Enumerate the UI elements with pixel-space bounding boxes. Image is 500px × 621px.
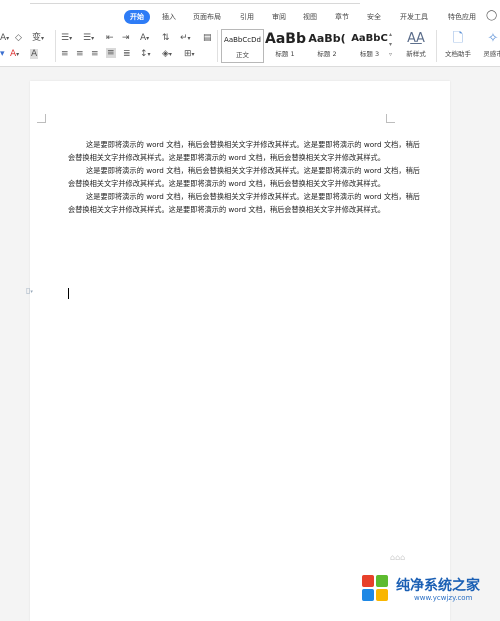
increase-indent-icon[interactable]: ⇥ xyxy=(122,33,130,43)
title-strip xyxy=(0,0,500,4)
style-sample: AaBbCcDd xyxy=(224,36,261,44)
document-page[interactable]: 这是要即将演示的 word 文档，稍后会替换相关文字并修改其样式。这是要即将演示… xyxy=(26,81,450,621)
search-icon[interactable]: ◯ xyxy=(486,11,497,21)
style-label: 标题 1 xyxy=(275,50,295,58)
margin-corner-mark xyxy=(37,114,46,123)
doc-helper-button[interactable]: 🗋 文档助手 xyxy=(441,30,475,58)
document-body[interactable]: 这是要即将演示的 word 文档，稍后会替换相关文字并修改其样式。这是要即将演示… xyxy=(68,139,420,216)
style-label: 正文 xyxy=(236,51,249,59)
doc-helper-label: 文档助手 xyxy=(445,50,471,58)
style-sample: AaBb xyxy=(265,31,306,47)
chinese-layout-icon[interactable]: A▾ xyxy=(140,33,149,44)
decrease-indent-icon[interactable]: ⇤ xyxy=(106,33,114,43)
watermark-url: www.ycwjzy.com xyxy=(414,594,473,602)
font-size-icon[interactable]: A▾ xyxy=(0,33,9,44)
paragraph-handle-icon[interactable]: ▯▾ xyxy=(26,286,33,295)
tab-section[interactable]: 章节 xyxy=(335,10,349,24)
show-marks-icon[interactable]: ↵▾ xyxy=(180,33,191,44)
char-shading-icon[interactable]: A xyxy=(30,49,39,59)
number-list-icon[interactable]: ☰▾ xyxy=(83,33,94,44)
highlight-icon[interactable]: ▾ xyxy=(0,49,5,59)
faint-watermark-icon: ⌂⌂⌂ xyxy=(390,553,406,562)
sort-icon[interactable]: ⇅ xyxy=(162,33,170,43)
watermark-title: 纯净系统之家 xyxy=(396,578,480,594)
margin-corner-mark xyxy=(386,114,395,123)
ribbon: 开始 插入 页面布局 引用 审阅 视图 章节 安全 开发工具 特色应用 ◯ A▾… xyxy=(0,0,500,67)
tab-security[interactable]: 安全 xyxy=(367,10,381,24)
style-label: 标题 2 xyxy=(317,50,337,58)
shading-icon[interactable]: ◈▾ xyxy=(162,49,172,60)
inspiration-button[interactable]: ✧ 灵感市 xyxy=(478,30,500,58)
align-left-icon[interactable]: ≡ xyxy=(61,49,69,59)
tab-insert[interactable]: 插入 xyxy=(162,10,176,24)
font-color-icon[interactable]: A▾ xyxy=(10,49,19,60)
table-border-icon[interactable]: ▤ xyxy=(203,33,212,43)
tab-references[interactable]: 引用 xyxy=(240,10,254,24)
text-cursor xyxy=(68,288,69,299)
doc-helper-icon: 🗋 xyxy=(452,31,464,46)
style-sample: AaBbC xyxy=(351,33,388,44)
tab-home[interactable]: 开始 xyxy=(124,10,150,24)
paragraph[interactable]: 这是要即将演示的 word 文档，稍后会替换相关文字并修改其样式。这是要即将演示… xyxy=(68,191,420,217)
style-heading-1[interactable]: AaBb 标题 1 xyxy=(265,29,306,63)
borders-icon[interactable]: ⊞▾ xyxy=(184,49,195,60)
inspiration-label: 灵感市 xyxy=(483,50,500,58)
new-style-label: 新样式 xyxy=(406,50,426,58)
style-sample: AaBb( xyxy=(308,32,346,45)
line-spacing-icon[interactable]: ↕▾ xyxy=(140,49,151,60)
style-scroll-icon[interactable]: ▴ ▾ ▿ xyxy=(389,30,392,60)
align-center-icon[interactable]: ≡ xyxy=(76,49,84,59)
new-style-button[interactable]: A͟A 新样式 xyxy=(400,30,432,58)
tab-special[interactable]: 特色应用 xyxy=(448,10,476,24)
distributed-icon[interactable]: ≣ xyxy=(123,49,131,59)
divider xyxy=(55,30,56,62)
eraser-icon[interactable]: ◇ xyxy=(15,33,22,43)
style-gallery: AaBbCcDd 正文 AaBb 标题 1 AaBb( 标题 2 AaBbC 标… xyxy=(221,29,393,63)
style-label: 标题 3 xyxy=(359,50,380,58)
divider xyxy=(217,30,218,62)
inspiration-icon: ✧ xyxy=(487,31,499,46)
paragraph[interactable]: 这是要即将演示的 word 文档，稍后会替换相关文字并修改其样式。这是要即将演示… xyxy=(68,165,420,191)
windows-logo-icon xyxy=(362,575,390,603)
justify-icon[interactable]: ≡ xyxy=(106,48,116,58)
new-style-icon: A͟A xyxy=(407,31,425,46)
tab-page-layout[interactable]: 页面布局 xyxy=(193,10,221,24)
paragraph[interactable]: 这是要即将演示的 word 文档，稍后会替换相关文字并修改其样式。这是要即将演示… xyxy=(68,139,420,165)
site-watermark: 纯净系统之家 www.ycwjzy.com xyxy=(362,572,500,608)
align-right-icon[interactable]: ≡ xyxy=(91,49,99,59)
tab-developer[interactable]: 开发工具 xyxy=(400,10,428,24)
tab-review[interactable]: 审阅 xyxy=(272,10,286,24)
document-area[interactable]: 这是要即将演示的 word 文档，稍后会替换相关文字并修改其样式。这是要即将演示… xyxy=(0,67,500,621)
tab-view[interactable]: 视图 xyxy=(303,10,317,24)
divider xyxy=(436,30,437,62)
style-heading-3[interactable]: AaBbC 标题 3 xyxy=(348,29,391,63)
pinyin-icon[interactable]: 变▾ xyxy=(32,33,44,44)
bullet-list-icon[interactable]: ☰▾ xyxy=(61,33,72,44)
style-normal[interactable]: AaBbCcDd 正文 xyxy=(221,29,264,63)
style-heading-2[interactable]: AaBb( 标题 2 xyxy=(307,29,347,63)
